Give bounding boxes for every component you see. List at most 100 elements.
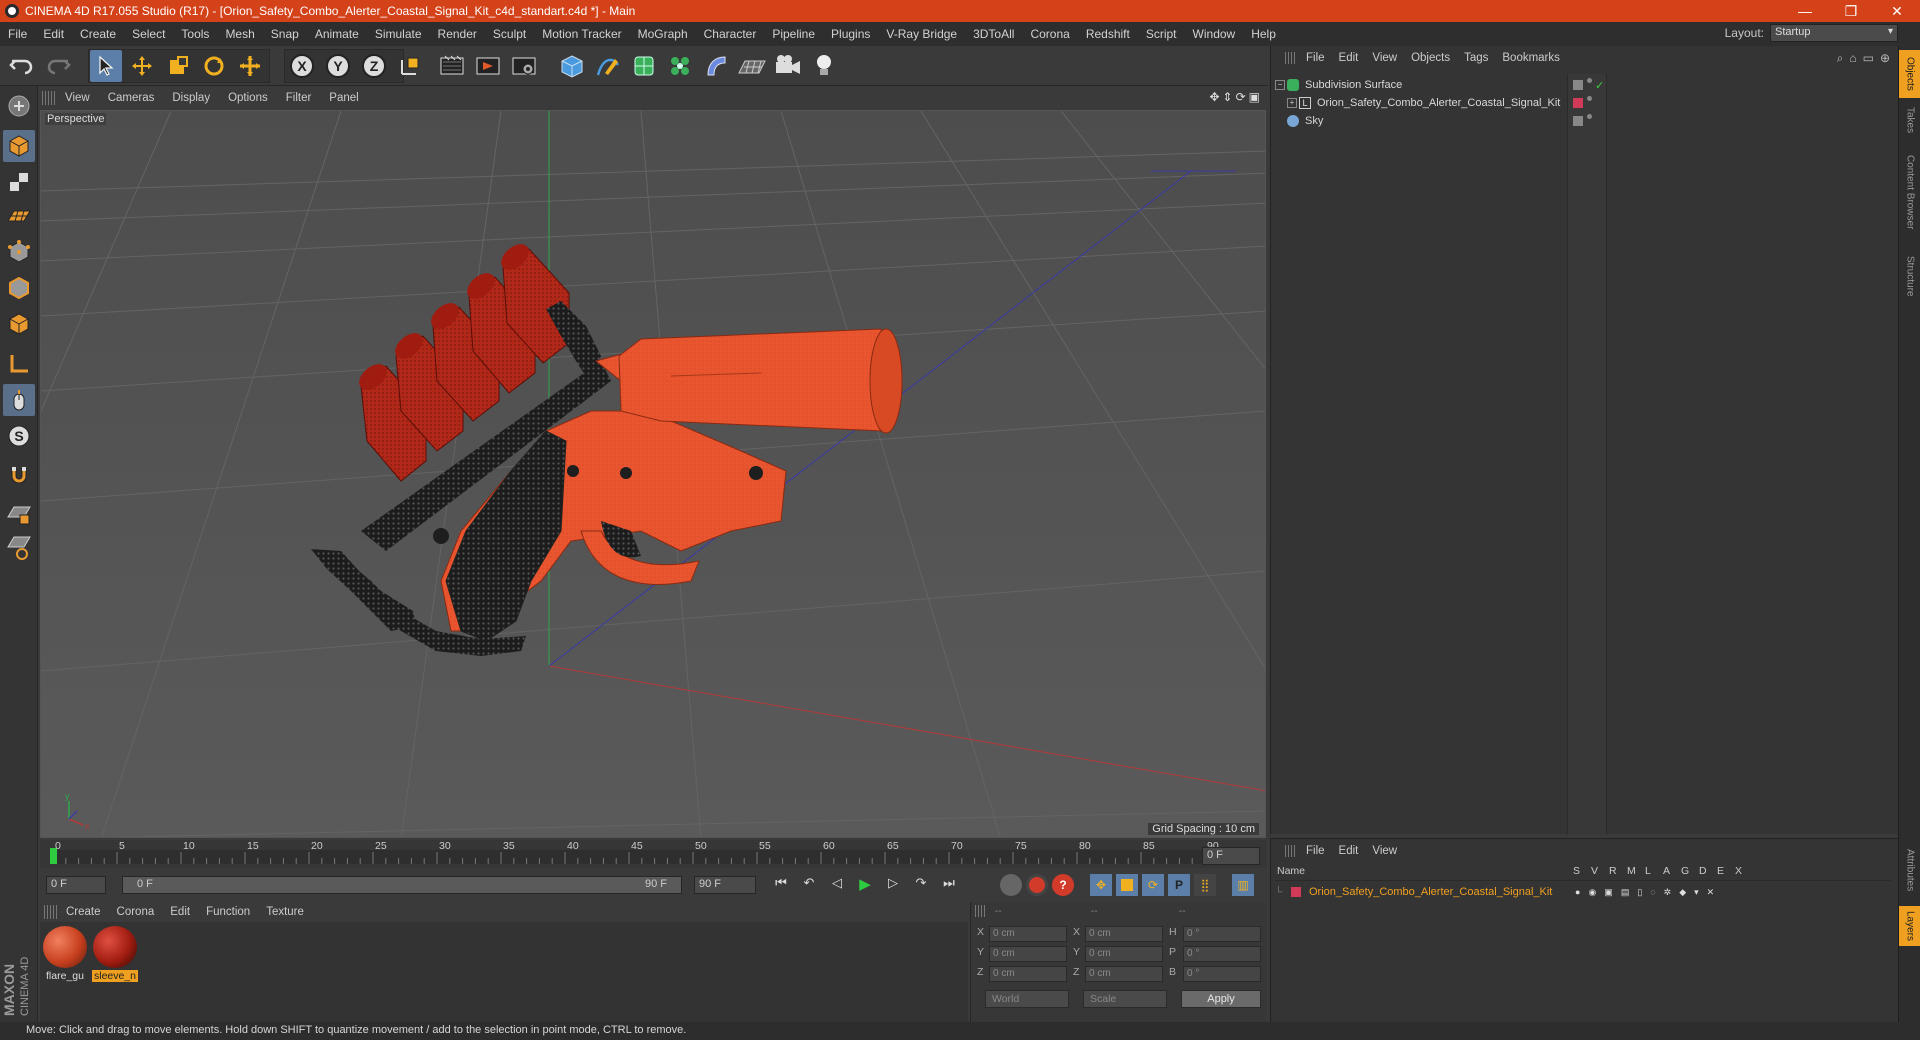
- y-axis-lock-icon[interactable]: Y: [322, 50, 354, 82]
- layer-color-swatch[interactable]: [1291, 887, 1301, 897]
- layer-swatch-icon[interactable]: [1573, 116, 1583, 126]
- previous-key-icon[interactable]: ↶: [798, 875, 820, 895]
- menu-tools[interactable]: Tools: [173, 27, 217, 41]
- layer-col-xref[interactable]: X: [1735, 865, 1742, 877]
- menu-window[interactable]: Window: [1185, 27, 1244, 41]
- object-row-sky[interactable]: Sky: [1275, 112, 1895, 130]
- tab-structure[interactable]: Structure: [1899, 246, 1920, 306]
- key-parameter-icon[interactable]: P: [1168, 874, 1190, 896]
- layer-col-view[interactable]: V: [1591, 865, 1598, 877]
- viewport-menu-options[interactable]: Options: [219, 92, 277, 104]
- tab-layers[interactable]: Layers: [1899, 906, 1920, 946]
- material-menu-corona[interactable]: Corona: [109, 906, 163, 918]
- material-swatch-sleeve[interactable]: sleeve_n: [92, 926, 138, 984]
- layer-col-animation[interactable]: A: [1663, 865, 1670, 877]
- workplane-lock-icon[interactable]: [3, 498, 35, 530]
- menu-animate[interactable]: Animate: [307, 27, 367, 41]
- viewport-grip-icon[interactable]: [42, 91, 56, 105]
- layer-col-deformers[interactable]: D: [1699, 865, 1707, 877]
- live-selection-icon[interactable]: [90, 50, 122, 82]
- undo-icon[interactable]: [6, 50, 38, 82]
- enabled-check-icon[interactable]: ✓: [1595, 79, 1604, 92]
- play-forward-icon[interactable]: ▶: [854, 875, 876, 895]
- visibility-dot-icon[interactable]: [1587, 96, 1592, 101]
- z-axis-lock-icon[interactable]: Z: [358, 50, 390, 82]
- maximize-button[interactable]: ❐: [1828, 0, 1874, 22]
- motion-record-icon[interactable]: [1000, 874, 1022, 896]
- key-rotation-icon[interactable]: ⟳: [1142, 874, 1164, 896]
- tab-content-browser[interactable]: Content Browser: [1899, 142, 1920, 242]
- size-mode-select[interactable]: Scale: [1083, 990, 1167, 1008]
- layer-swatch-icon[interactable]: [1573, 80, 1583, 90]
- visibility-dot-icon[interactable]: [1587, 78, 1592, 83]
- autokey-icon[interactable]: ?: [1052, 874, 1074, 896]
- tab-objects[interactable]: Objects: [1899, 50, 1920, 98]
- render-view-icon[interactable]: [436, 50, 468, 82]
- polygons-mode-icon[interactable]: [3, 308, 35, 340]
- workplane-mode-icon[interactable]: [3, 200, 35, 232]
- animation-flag-icon[interactable]: ◌: [1650, 887, 1655, 898]
- layer-menu-file[interactable]: File: [1299, 845, 1332, 857]
- coords-grip-icon[interactable]: [975, 905, 985, 917]
- start-frame-field[interactable]: 0 F: [46, 876, 106, 894]
- minimize-button[interactable]: —: [1782, 0, 1828, 22]
- apply-button[interactable]: Apply: [1181, 990, 1261, 1008]
- previous-frame-icon[interactable]: ◁: [826, 875, 848, 895]
- cloner-icon[interactable]: [664, 50, 696, 82]
- layer-col-render[interactable]: R: [1609, 865, 1617, 877]
- position-x-field[interactable]: 0 cm: [989, 926, 1067, 942]
- make-editable-icon[interactable]: [3, 90, 35, 122]
- layer-col-solo[interactable]: S: [1573, 865, 1580, 877]
- object-menu-bookmarks[interactable]: Bookmarks: [1495, 52, 1567, 64]
- record-active-icon[interactable]: [1026, 874, 1048, 896]
- layer-col-expressions[interactable]: E: [1717, 865, 1724, 877]
- material-grip-icon[interactable]: [44, 905, 58, 919]
- xref-flag-icon[interactable]: ✕: [1707, 887, 1715, 898]
- object-menu-file[interactable]: File: [1299, 52, 1332, 64]
- x-axis-lock-icon[interactable]: X: [286, 50, 318, 82]
- current-frame-field[interactable]: 0 F: [1202, 847, 1260, 865]
- end-frame-field[interactable]: 90 F: [694, 876, 756, 894]
- viewport-menu-panel[interactable]: Panel: [320, 92, 367, 104]
- layer-grip-icon[interactable]: [1285, 845, 1295, 857]
- expand-toggle-icon[interactable]: +: [1287, 98, 1297, 108]
- visibility-dot-icon[interactable]: [1587, 114, 1592, 119]
- viewport-menu-display[interactable]: Display: [163, 92, 219, 104]
- tab-attributes[interactable]: Attributes: [1899, 838, 1920, 902]
- layer-menu-edit[interactable]: Edit: [1332, 845, 1366, 857]
- generator-flag-icon[interactable]: ✲: [1664, 887, 1672, 898]
- rotation-b-field[interactable]: 0 °: [1183, 966, 1261, 982]
- collapse-toggle-icon[interactable]: −: [1275, 80, 1285, 90]
- object-menu-objects[interactable]: Objects: [1404, 52, 1457, 64]
- snapping-magnet-icon[interactable]: [3, 460, 35, 492]
- key-pla-icon[interactable]: ⣿: [1194, 874, 1216, 896]
- dolly-icon[interactable]: ⇕: [1223, 90, 1233, 104]
- perspective-viewport[interactable]: y x Perspective Grid Spacing : 10 cm: [40, 110, 1266, 838]
- layer-col-locked[interactable]: L: [1645, 865, 1651, 877]
- coordinate-system-icon[interactable]: [394, 50, 426, 82]
- render-flag-icon[interactable]: ▣: [1604, 887, 1613, 898]
- points-mode-icon[interactable]: [3, 236, 35, 268]
- workplane-rotate-icon[interactable]: [3, 532, 35, 564]
- camera-icon[interactable]: [772, 50, 804, 82]
- manager-flag-icon[interactable]: ▤: [1621, 887, 1630, 898]
- rotate-tool-icon[interactable]: [198, 50, 230, 82]
- spline-pen-icon[interactable]: [592, 50, 624, 82]
- maximize-view-icon[interactable]: ▣: [1249, 90, 1260, 104]
- move-tool-icon[interactable]: [126, 50, 158, 82]
- layout-select[interactable]: Startup: [1770, 24, 1898, 42]
- viewport-menu-cameras[interactable]: Cameras: [99, 92, 164, 104]
- bend-deformer-icon[interactable]: [700, 50, 732, 82]
- object-row-subdivision[interactable]: − Subdivision Surface ✓: [1275, 76, 1895, 94]
- menu-script[interactable]: Script: [1138, 27, 1185, 41]
- tab-takes[interactable]: Takes: [1899, 102, 1920, 138]
- object-row-signal-kit[interactable]: + L Orion_Safety_Combo_Alerter_Coastal_S…: [1275, 94, 1895, 112]
- axis-mode-icon[interactable]: [3, 348, 35, 380]
- layer-col-manager[interactable]: M: [1627, 865, 1636, 877]
- edges-mode-icon[interactable]: [3, 272, 35, 304]
- deformer-flag-icon[interactable]: ◆: [1679, 887, 1686, 898]
- view-flag-icon[interactable]: ◉: [1588, 887, 1596, 898]
- solo-mode-icon[interactable]: S: [3, 420, 35, 452]
- material-menu-edit[interactable]: Edit: [162, 906, 198, 918]
- model-mode-icon[interactable]: [3, 130, 35, 162]
